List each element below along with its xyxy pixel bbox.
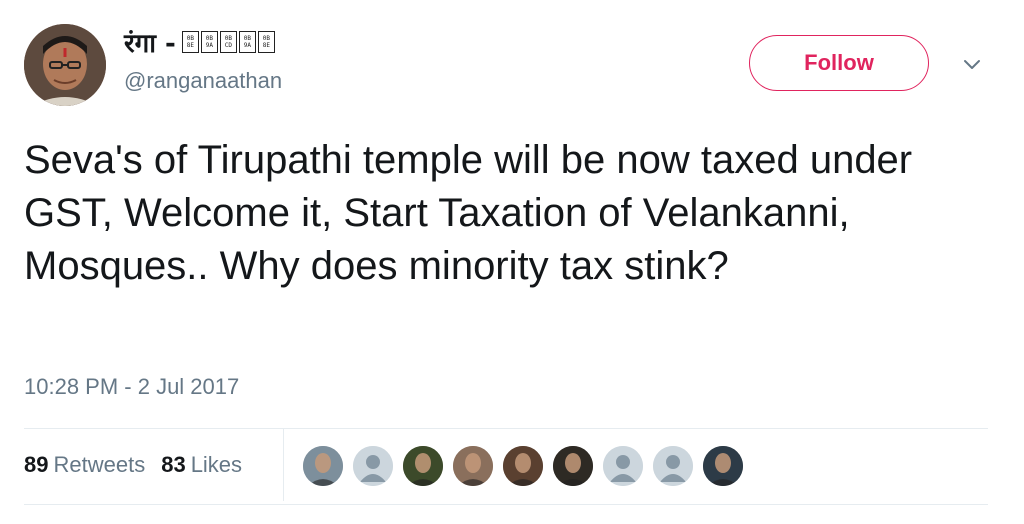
stats-separator [283, 429, 284, 501]
engagement-stats: 89 Retweets 83 Likes [24, 450, 258, 480]
missing-glyph-box: 0B CD [219, 31, 237, 53]
liker-avatar[interactable] [703, 446, 743, 486]
liker-avatar[interactable] [603, 446, 643, 486]
liker-avatar[interactable] [653, 446, 693, 486]
chevron-down-icon[interactable] [960, 52, 984, 76]
liker-avatar[interactable] [403, 446, 443, 486]
missing-glyph-box: 0B 9A [200, 31, 218, 53]
divider-top [24, 428, 988, 429]
liker-avatar[interactable] [303, 446, 343, 486]
liker-avatar[interactable] [553, 446, 593, 486]
author-handle[interactable]: @ranganaathan [124, 68, 282, 94]
liker-avatar[interactable] [353, 446, 393, 486]
likes-stat[interactable]: 83 Likes [161, 452, 242, 478]
divider-bottom [24, 504, 988, 505]
missing-glyph-boxes: 0B 8E 0B 9A 0B CD 0B 9A 0B 8E [181, 31, 275, 53]
missing-glyph-box: 0B 8E [181, 31, 199, 53]
author-avatar[interactable] [24, 24, 106, 106]
tweet-timestamp[interactable]: 10:28 PM - 2 Jul 2017 [24, 374, 239, 400]
tweet-text: Seva's of Tirupathi temple will be now t… [24, 138, 913, 288]
likes-count: 83 [161, 452, 186, 477]
retweets-label: Retweets [53, 452, 146, 477]
retweets-count: 89 [24, 452, 49, 477]
liker-avatar[interactable] [503, 446, 543, 486]
missing-glyph-box: 0B 8E [257, 31, 275, 53]
liker-avatar[interactable] [453, 446, 493, 486]
author-name-row: रंगा - 0B 8E 0B 9A 0B CD 0B 9A 0B 8E [124, 24, 275, 60]
retweets-stat[interactable]: 89 Retweets [24, 452, 145, 478]
missing-glyph-box: 0B 9A [238, 31, 256, 53]
tweet-card: रंगा - 0B 8E 0B 9A 0B CD 0B 9A 0B 8E @ra… [0, 0, 1024, 524]
liker-avatars [303, 446, 753, 486]
follow-button[interactable]: Follow [749, 35, 929, 91]
likes-label: Likes [190, 452, 243, 477]
author-display-name[interactable]: रंगा - [124, 24, 176, 60]
